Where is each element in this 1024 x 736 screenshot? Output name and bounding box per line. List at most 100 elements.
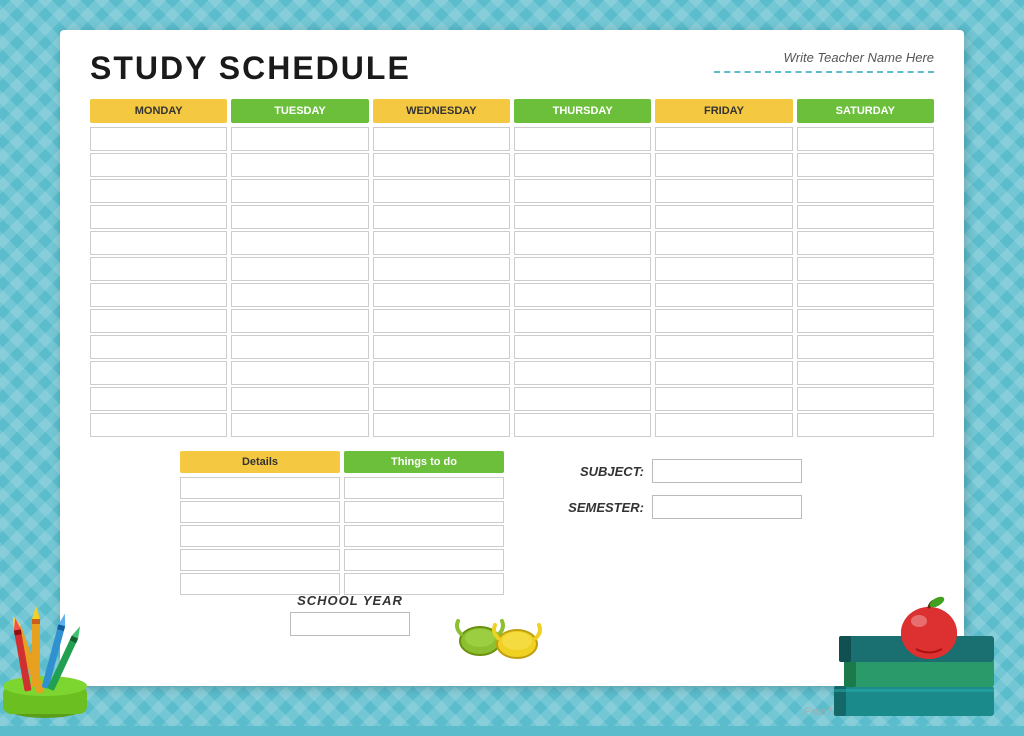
schedule-cell[interactable] (797, 283, 934, 307)
schedule-cell[interactable] (797, 361, 934, 385)
schedule-cell[interactable] (514, 179, 651, 203)
schedule-cell[interactable] (514, 231, 651, 255)
schedule-cell[interactable] (797, 257, 934, 281)
schedule-cell[interactable] (231, 127, 368, 151)
schedule-cell[interactable] (655, 127, 792, 151)
schedule-cell[interactable] (655, 387, 792, 411)
schedule-cell[interactable] (514, 387, 651, 411)
schedule-grid (90, 127, 934, 437)
day-header-monday: MONDAY (90, 99, 227, 123)
teacher-line (714, 71, 934, 73)
dt-cells (180, 477, 504, 595)
things-cell[interactable] (344, 477, 504, 499)
subject-input[interactable] (652, 459, 802, 483)
school-year-section: SCHOOL YEAR (290, 593, 410, 636)
dt-headers: Details Things to do (180, 451, 504, 473)
schedule-cell[interactable] (373, 283, 510, 307)
schedule-cell[interactable] (231, 257, 368, 281)
schedule-cell[interactable] (797, 153, 934, 177)
schedule-cell[interactable] (90, 205, 227, 229)
schedule-cell[interactable] (797, 413, 934, 437)
schedule-cell[interactable] (655, 309, 792, 333)
schedule-cell[interactable] (514, 309, 651, 333)
schedule-cell[interactable] (90, 257, 227, 281)
schedule-cell[interactable] (797, 205, 934, 229)
schedule-cell[interactable] (373, 205, 510, 229)
schedule-cell[interactable] (655, 413, 792, 437)
schedule-cell[interactable] (797, 387, 934, 411)
schedule-cell[interactable] (373, 361, 510, 385)
schedule-cell[interactable] (797, 335, 934, 359)
schedule-cell[interactable] (514, 257, 651, 281)
schedule-cell[interactable] (797, 231, 934, 255)
header: STUDY SCHEDULE Write Teacher Name Here (90, 50, 934, 87)
schedule-cell[interactable] (514, 153, 651, 177)
schedule-cell[interactable] (655, 361, 792, 385)
schedule-cell[interactable] (514, 361, 651, 385)
schedule-cell[interactable] (90, 387, 227, 411)
schedule-cell[interactable] (373, 179, 510, 203)
schedule-cell[interactable] (90, 413, 227, 437)
schedule-cell[interactable] (90, 231, 227, 255)
schedule-cell[interactable] (514, 205, 651, 229)
schedule-cell[interactable] (90, 179, 227, 203)
schedule-cell[interactable] (655, 257, 792, 281)
schedule-cell[interactable] (797, 309, 934, 333)
schedule-cell[interactable] (514, 335, 651, 359)
things-cell[interactable] (344, 501, 504, 523)
schedule-cell[interactable] (231, 205, 368, 229)
things-cell[interactable] (344, 525, 504, 547)
details-cell[interactable] (180, 477, 340, 499)
schedule-cell[interactable] (231, 283, 368, 307)
schedule-cell[interactable] (655, 283, 792, 307)
schedule-cell[interactable] (373, 153, 510, 177)
schedule-cell[interactable] (373, 413, 510, 437)
schedule-cell[interactable] (373, 309, 510, 333)
schedule-cell[interactable] (231, 387, 368, 411)
details-cell[interactable] (180, 549, 340, 571)
schedule-cell[interactable] (655, 205, 792, 229)
day-header-friday: FRIDAY (655, 99, 792, 123)
schedule-cell[interactable] (231, 153, 368, 177)
details-header: Details (180, 451, 340, 473)
schedule-cell[interactable] (90, 335, 227, 359)
schedule-cell[interactable] (90, 127, 227, 151)
schedule-cell[interactable] (231, 231, 368, 255)
schedule-cell[interactable] (373, 257, 510, 281)
schedule-cell[interactable] (514, 127, 651, 151)
semester-label: SEMESTER: (564, 500, 644, 515)
schedule-cell[interactable] (90, 361, 227, 385)
schedule-cell[interactable] (655, 179, 792, 203)
schedule-cell[interactable] (514, 283, 651, 307)
schedule-cell[interactable] (373, 387, 510, 411)
schedule-cell[interactable] (373, 231, 510, 255)
schedule-cell[interactable] (373, 335, 510, 359)
schedule-cell[interactable] (231, 179, 368, 203)
schedule-cell[interactable] (655, 335, 792, 359)
things-column (344, 477, 504, 595)
schedule-cell[interactable] (797, 179, 934, 203)
schedule-column-tuesday (231, 127, 368, 437)
schedule-column-thursday (514, 127, 651, 437)
schedule-cell[interactable] (231, 309, 368, 333)
schedule-cell[interactable] (90, 153, 227, 177)
school-year-input[interactable] (290, 612, 410, 636)
schedule-cell[interactable] (797, 127, 934, 151)
details-cell[interactable] (180, 525, 340, 547)
schedule-cell[interactable] (373, 127, 510, 151)
schedule-cell[interactable] (655, 231, 792, 255)
schedule-cell[interactable] (231, 335, 368, 359)
things-cell[interactable] (344, 573, 504, 595)
candy-decoration (455, 606, 545, 671)
schedule-cell[interactable] (231, 413, 368, 437)
details-cell[interactable] (180, 573, 340, 595)
schedule-cell[interactable] (90, 309, 227, 333)
things-cell[interactable] (344, 549, 504, 571)
schedule-cell[interactable] (231, 361, 368, 385)
semester-input[interactable] (652, 495, 802, 519)
schedule-cell[interactable] (655, 153, 792, 177)
details-cell[interactable] (180, 501, 340, 523)
schedule-cell[interactable] (514, 413, 651, 437)
schedule-cell[interactable] (90, 283, 227, 307)
details-column (180, 477, 340, 595)
